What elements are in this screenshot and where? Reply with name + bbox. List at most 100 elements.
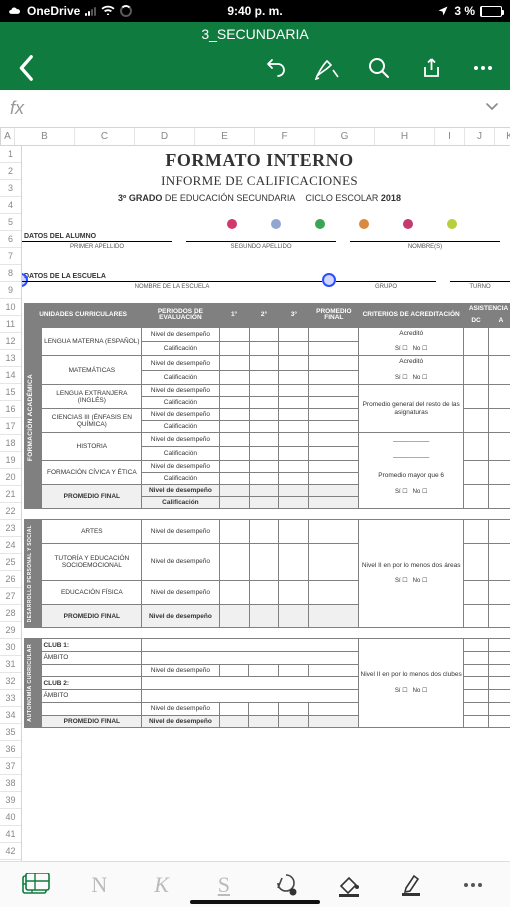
italic-button[interactable]: K <box>140 870 183 900</box>
club1-label: CLUB 1: <box>42 639 142 652</box>
row-37[interactable]: 37 <box>0 758 21 775</box>
grade-bold: 3º GRADO <box>118 193 162 203</box>
highlight-button[interactable] <box>389 870 432 900</box>
col-F[interactable]: F <box>255 128 315 145</box>
club2-label: CLUB 2: <box>42 677 142 690</box>
row-11[interactable]: 11 <box>0 316 21 333</box>
alumno-fields: PRIMER APELLIDO SEGUNDO APELLIDO NOMBRE(… <box>22 241 510 255</box>
section-escuela: DATOS DE LA ESCUELA <box>24 273 510 280</box>
row-25[interactable]: 25 <box>0 554 21 571</box>
col-E[interactable]: E <box>195 128 255 145</box>
row-17[interactable]: 17 <box>0 418 21 435</box>
bottom-more-button[interactable] <box>451 870 494 900</box>
row-26[interactable]: 26 <box>0 571 21 588</box>
row-30[interactable]: 30 <box>0 639 21 656</box>
row-16[interactable]: 16 <box>0 401 21 418</box>
row-5[interactable]: 5 <box>0 214 21 231</box>
row-20[interactable]: 20 <box>0 469 21 486</box>
row-18[interactable]: 18 <box>0 435 21 452</box>
row-7[interactable]: 7 <box>0 248 21 265</box>
doc-title: 3_SECUNDARIA <box>201 26 308 42</box>
crit-promgen: Promedio general del resto de las asigna… <box>359 385 464 433</box>
subj-lm: LENGUA MATERNA (ESPAÑOL) <box>42 327 142 356</box>
row-40[interactable]: 40 <box>0 809 21 826</box>
cards-view-button[interactable] <box>16 870 59 900</box>
row-19[interactable]: 19 <box>0 452 21 469</box>
draw-button[interactable] <box>314 55 340 81</box>
color-dot <box>359 219 369 229</box>
row-27[interactable]: 27 <box>0 588 21 605</box>
spreadsheet[interactable]: A B C D E F G H I J K 123456789101112131… <box>0 128 510 863</box>
row-6[interactable]: 6 <box>0 231 21 248</box>
row-4[interactable]: 4 <box>0 197 21 214</box>
underline-button[interactable]: S <box>202 870 245 900</box>
col-K[interactable]: K <box>495 128 510 145</box>
col-I[interactable]: I <box>435 128 465 145</box>
row-10[interactable]: 10 <box>0 299 21 316</box>
col-B[interactable]: B <box>15 128 75 145</box>
row-38[interactable]: 38 <box>0 775 21 792</box>
row-23[interactable]: 23 <box>0 520 21 537</box>
location-arrow-icon <box>437 5 449 17</box>
row-28[interactable]: 28 <box>0 605 21 622</box>
col-D[interactable]: D <box>135 128 195 145</box>
selection-handle-right[interactable] <box>322 273 336 287</box>
row-1[interactable]: 1 <box>0 146 21 163</box>
fx-label: fx <box>10 98 24 119</box>
fill-button[interactable] <box>327 870 370 900</box>
field-ap2: SEGUNDO APELLIDO <box>186 244 336 250</box>
side-desarrollo: DESARROLLO PERSONAL Y SOCIAL <box>26 522 34 625</box>
more-button[interactable] <box>470 55 496 81</box>
share-button[interactable] <box>418 55 444 81</box>
row-42[interactable]: 42 <box>0 843 21 860</box>
crit-niv2a: Nivel II en por lo menos dos áreas <box>362 562 461 569</box>
row-41[interactable]: 41 <box>0 826 21 843</box>
search-button[interactable] <box>366 55 392 81</box>
row-8[interactable]: 8 <box>0 265 21 282</box>
crit-prom6: Promedio mayor que 6 <box>378 472 444 479</box>
section-alumno: DATOS DEL ALUMNO <box>24 233 510 240</box>
loading-spinner-icon <box>120 5 132 17</box>
column-headers[interactable]: A B C D E F G H I J K <box>0 128 510 146</box>
formula-bar[interactable]: fx <box>0 90 510 128</box>
col-G[interactable]: G <box>315 128 375 145</box>
row-24[interactable]: 24 <box>0 537 21 554</box>
club2-ambito: ÁMBITO <box>42 690 142 703</box>
row-14[interactable]: 14 <box>0 367 21 384</box>
home-indicator[interactable] <box>190 900 320 904</box>
row-32[interactable]: 32 <box>0 673 21 690</box>
subj-ef: EDUCACIÓN FÍSICA <box>42 581 142 605</box>
side-formacion: FORMACIÓN ACADÉMICA <box>26 371 35 464</box>
row-headers[interactable]: 1234567891011121314151617181920212223242… <box>0 146 22 863</box>
row-13[interactable]: 13 <box>0 350 21 367</box>
row-21[interactable]: 21 <box>0 486 21 503</box>
row-2[interactable]: 2 <box>0 163 21 180</box>
row-12[interactable]: 12 <box>0 333 21 350</box>
table-formacion-academica: UNIDADES CURRICULARES PERIODOS DE EVALUA… <box>24 303 510 509</box>
row-35[interactable]: 35 <box>0 724 21 741</box>
expand-formula-icon[interactable] <box>484 98 500 119</box>
col-A[interactable]: A <box>1 128 15 145</box>
subj-prom-1: PROMEDIO FINAL <box>42 485 142 509</box>
normal-text-button[interactable]: N <box>78 870 121 900</box>
row-39[interactable]: 39 <box>0 792 21 809</box>
col-H[interactable]: H <box>375 128 435 145</box>
col-J[interactable]: J <box>465 128 495 145</box>
row-33[interactable]: 33 <box>0 690 21 707</box>
row-34[interactable]: 34 <box>0 707 21 724</box>
row-31[interactable]: 31 <box>0 656 21 673</box>
met-cal: Calificación <box>142 342 219 356</box>
row-15[interactable]: 15 <box>0 384 21 401</box>
row-36[interactable]: 36 <box>0 741 21 758</box>
col-C[interactable]: C <box>75 128 135 145</box>
row-22[interactable]: 22 <box>0 503 21 520</box>
sheet-canvas[interactable]: FORMATO INTERNO INFORME DE CALIFICACIONE… <box>22 146 510 863</box>
ink-button[interactable] <box>265 870 308 900</box>
th-p3: 3° <box>279 304 309 328</box>
row-29[interactable]: 29 <box>0 622 21 639</box>
back-button[interactable] <box>14 55 40 81</box>
row-9[interactable]: 9 <box>0 282 21 299</box>
row-3[interactable]: 3 <box>0 180 21 197</box>
undo-button[interactable] <box>262 55 288 81</box>
th-a: A <box>489 315 510 327</box>
